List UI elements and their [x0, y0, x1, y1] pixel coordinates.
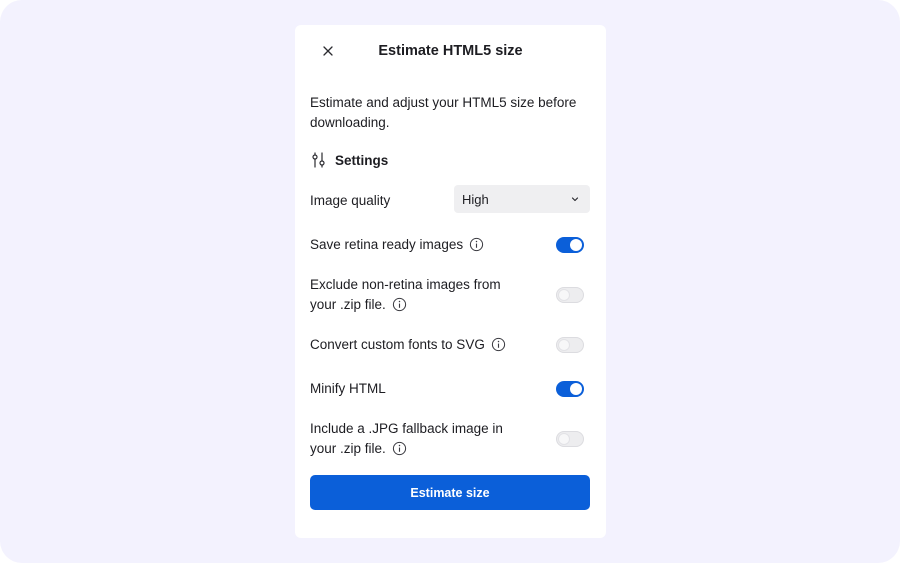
retina-images-label-wrap: Save retina ready images	[310, 235, 590, 255]
exclude-non-retina-row: Exclude non-retina images from your .zip…	[310, 275, 590, 315]
minify-html-toggle[interactable]	[556, 381, 584, 397]
jpg-fallback-line1: Include a .JPG fallback image in	[310, 421, 503, 436]
info-icon[interactable]	[491, 337, 506, 352]
retina-images-toggle[interactable]	[556, 237, 584, 253]
dialog-description: Estimate and adjust your HTML5 size befo…	[310, 95, 577, 130]
toggle-knob	[558, 339, 570, 351]
page-background: Estimate HTML5 size Estimate and adjust …	[0, 0, 900, 563]
toggle-knob	[558, 289, 570, 301]
jpg-fallback-line2-wrap: your .zip file.	[310, 439, 590, 459]
info-icon[interactable]	[392, 297, 407, 312]
convert-fonts-label-wrap: Convert custom fonts to SVG	[310, 335, 590, 355]
chevron-down-icon	[571, 197, 579, 202]
image-quality-value: High	[462, 191, 489, 207]
convert-fonts-row: Convert custom fonts to SVG	[310, 335, 590, 355]
image-quality-row: Image quality High	[310, 185, 590, 213]
convert-fonts-toggle[interactable]	[556, 337, 584, 353]
exclude-non-retina-line2-wrap: your .zip file.	[310, 295, 590, 315]
retina-images-label: Save retina ready images	[310, 237, 464, 252]
jpg-fallback-toggle[interactable]	[556, 431, 584, 447]
sliders-icon	[312, 152, 325, 168]
dialog-header: Estimate HTML5 size	[295, 25, 606, 77]
settings-heading: Settings	[310, 150, 388, 170]
info-icon[interactable]	[392, 441, 407, 456]
retina-images-row: Save retina ready images	[310, 235, 590, 255]
settings-label: Settings	[335, 152, 389, 168]
toggle-knob	[558, 433, 570, 445]
estimate-size-button[interactable]: Estimate size	[310, 475, 590, 510]
toggle-knob	[570, 239, 582, 251]
exclude-non-retina-line2: your .zip file.	[310, 297, 386, 312]
minify-html-row: Minify HTML	[310, 379, 590, 399]
dialog-title: Estimate HTML5 size	[378, 43, 523, 59]
info-icon[interactable]	[469, 237, 484, 252]
image-quality-select[interactable]: High	[454, 185, 590, 213]
jpg-fallback-line2: your .zip file.	[310, 441, 386, 456]
minify-html-label: Minify HTML	[310, 381, 386, 396]
jpg-fallback-row: Include a .JPG fallback image in your .z…	[310, 419, 590, 459]
convert-fonts-label: Convert custom fonts to SVG	[310, 337, 485, 352]
exclude-non-retina-toggle[interactable]	[556, 287, 584, 303]
exclude-non-retina-line1: Exclude non-retina images from	[310, 277, 501, 292]
toggle-knob	[570, 383, 582, 395]
estimate-size-dialog: Estimate HTML5 size Estimate and adjust …	[295, 25, 606, 538]
